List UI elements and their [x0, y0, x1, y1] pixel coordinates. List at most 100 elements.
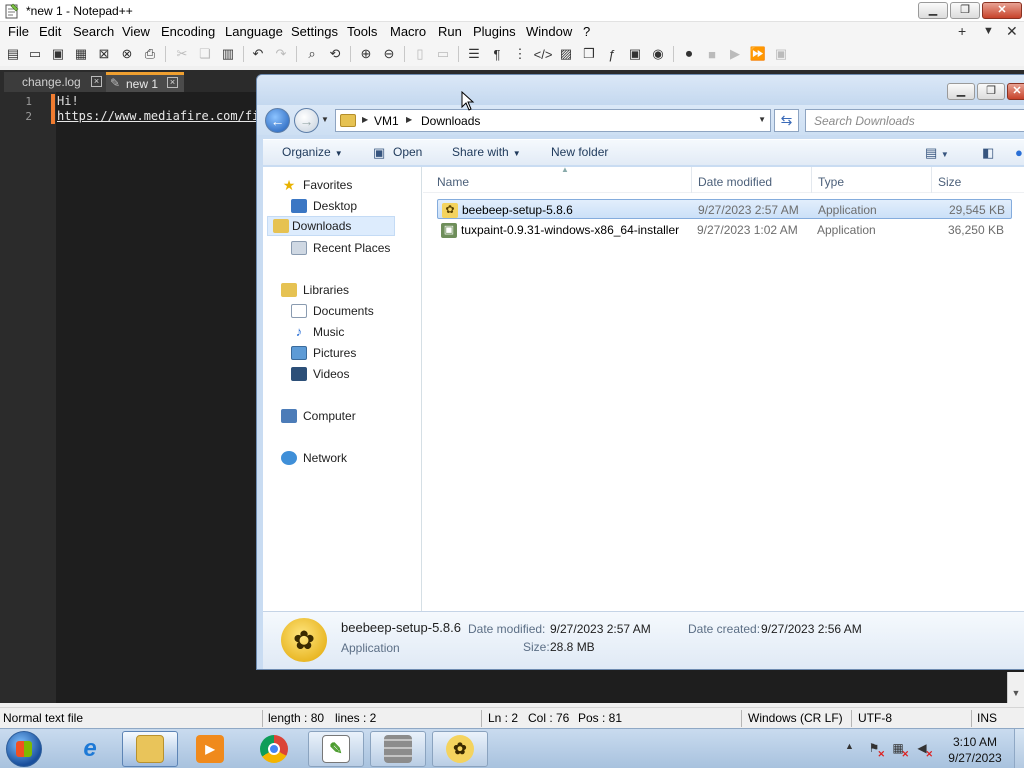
- word-wrap-icon[interactable]: ☰: [465, 45, 483, 63]
- view-options-icon[interactable]: ▤ ▼: [925, 145, 949, 161]
- taskbar-firewall-app[interactable]: [370, 731, 426, 767]
- paste-icon[interactable]: ▥: [219, 45, 237, 63]
- menu-settings[interactable]: Settings: [291, 24, 338, 39]
- play-macro-icon[interactable]: ▶: [726, 45, 744, 63]
- npp-title-bar[interactable]: *new 1 - Notepad++ ▁ ❐ ✕: [0, 0, 1024, 22]
- undo-icon[interactable]: ↶: [249, 45, 267, 63]
- network-tray-icon[interactable]: ▦ ✕: [890, 741, 909, 759]
- document-list-icon[interactable]: ❒: [580, 45, 598, 63]
- system-clock[interactable]: 3:10 AM 9/27/2023: [940, 734, 1010, 766]
- explorer-close-button[interactable]: ✕: [1007, 83, 1024, 100]
- breadcrumb-arrow-icon[interactable]: ▶: [406, 115, 412, 124]
- run-macro-multiple-icon[interactable]: ⏩: [749, 45, 767, 63]
- menu-file[interactable]: File: [8, 24, 29, 39]
- start-button[interactable]: [6, 731, 42, 767]
- replace-icon[interactable]: ⟲: [326, 45, 344, 63]
- record-macro-icon[interactable]: ⏺: [680, 45, 698, 63]
- menu-tools[interactable]: Tools: [347, 24, 377, 39]
- stop-macro-icon[interactable]: ■: [703, 45, 721, 63]
- npp-close-button[interactable]: ✕: [982, 2, 1022, 19]
- column-type[interactable]: Type: [818, 175, 844, 189]
- file-list[interactable]: ▲ Name Date modified Type Size ✿ beebeep…: [423, 165, 1024, 611]
- refresh-button[interactable]: ⇆: [774, 109, 799, 132]
- save-icon[interactable]: ▣: [49, 45, 67, 63]
- show-desktop-button[interactable]: [1014, 729, 1024, 768]
- explorer-minimize-button[interactable]: ▁: [947, 83, 975, 100]
- nav-computer[interactable]: Computer: [281, 406, 356, 426]
- save-all-icon[interactable]: ▦: [72, 45, 90, 63]
- menu-view[interactable]: View: [122, 24, 150, 39]
- open-file-icon[interactable]: ▭: [26, 45, 44, 63]
- new-file-icon[interactable]: ▤: [4, 45, 22, 63]
- nav-network[interactable]: Network: [281, 448, 347, 468]
- back-button[interactable]: ←: [265, 108, 290, 133]
- nav-favorites[interactable]: ★ Favorites: [281, 175, 353, 195]
- save-macro-icon[interactable]: ▣: [772, 45, 790, 63]
- npp-restore-button[interactable]: ❐: [950, 2, 980, 19]
- volume-muted-icon[interactable]: ◀ ✕: [914, 741, 933, 759]
- editor-line-url[interactable]: https://www.mediafire.com/fi: [57, 109, 259, 123]
- xml-tag-icon[interactable]: </>: [534, 45, 553, 63]
- menu-search[interactable]: Search: [73, 24, 114, 39]
- nav-libraries[interactable]: Libraries: [281, 280, 349, 300]
- recent-pages-dropdown-icon[interactable]: ▼: [321, 115, 329, 124]
- file-row[interactable]: ✿ beebeep-setup-5.8.6 9/27/2023 2:57 AM …: [437, 199, 1012, 219]
- column-name[interactable]: Name: [437, 175, 469, 189]
- breadcrumb-downloads[interactable]: Downloads: [421, 114, 480, 128]
- zoom-in-icon[interactable]: ⊕: [357, 45, 375, 63]
- taskbar-windows-explorer[interactable]: [122, 731, 178, 767]
- close-all-icon[interactable]: ⊗: [118, 45, 136, 63]
- print-icon[interactable]: ⎙: [141, 45, 159, 63]
- close-document-button[interactable]: ✕: [1006, 23, 1018, 40]
- nav-music[interactable]: ♪ Music: [291, 322, 345, 342]
- taskbar-internet-explorer[interactable]: e: [62, 731, 118, 767]
- breadcrumb-vm1[interactable]: VM1: [374, 114, 399, 128]
- menu-edit[interactable]: Edit: [39, 24, 61, 39]
- action-center-flag-icon[interactable]: ⚑ ✕: [866, 741, 885, 759]
- nav-desktop[interactable]: Desktop: [291, 196, 357, 216]
- explorer-title-bar[interactable]: ▁ ❐ ✕: [257, 75, 1024, 105]
- taskbar-notepadpp[interactable]: ✎: [308, 731, 364, 767]
- function-list-icon[interactable]: ƒ: [603, 45, 621, 63]
- search-input[interactable]: Search Downloads: [805, 109, 1024, 132]
- document-map-icon[interactable]: ▨: [557, 45, 575, 63]
- preview-pane-icon[interactable]: ◧: [982, 145, 994, 161]
- nav-documents[interactable]: Documents: [291, 301, 374, 321]
- tab-close-icon[interactable]: ×: [167, 77, 178, 88]
- show-all-characters-icon[interactable]: ¶: [488, 45, 506, 63]
- explorer-maximize-button[interactable]: ❐: [977, 83, 1005, 100]
- nav-recent-places[interactable]: Recent Places: [291, 238, 390, 258]
- new-tab-plus-button[interactable]: +: [958, 23, 966, 39]
- address-bar[interactable]: ▶ VM1 ▶ Downloads ▼: [335, 109, 771, 132]
- open-button[interactable]: Open: [393, 145, 422, 159]
- share-with-button[interactable]: Share with ▼: [452, 145, 521, 159]
- address-history-dropdown-icon[interactable]: ▼: [758, 115, 766, 124]
- column-size[interactable]: Size: [938, 175, 961, 189]
- cut-icon[interactable]: ✂: [173, 45, 191, 63]
- sync-horizontal-icon[interactable]: ▭: [434, 45, 452, 63]
- tab-list-dropdown-button[interactable]: ▼: [983, 25, 994, 37]
- nav-pictures[interactable]: Pictures: [291, 343, 356, 363]
- menu-macro[interactable]: Macro: [390, 24, 426, 39]
- menu-help[interactable]: ?: [583, 24, 590, 39]
- monitoring-icon[interactable]: ◉: [649, 45, 667, 63]
- organize-button[interactable]: Organize ▼: [282, 145, 343, 159]
- menu-run[interactable]: Run: [438, 24, 462, 39]
- breadcrumb-arrow-icon[interactable]: ▶: [362, 115, 368, 124]
- forward-button[interactable]: →: [294, 108, 319, 133]
- taskbar-media-player[interactable]: ▶: [182, 731, 238, 767]
- tab-change-log[interactable]: change.log ×: [4, 72, 106, 92]
- file-row[interactable]: ▣ tuxpaint-0.9.31-windows-x86_64-install…: [437, 220, 1012, 240]
- copy-icon[interactable]: ❏: [196, 45, 214, 63]
- menu-language[interactable]: Language: [225, 24, 283, 39]
- status-encoding[interactable]: UTF-8: [858, 711, 892, 725]
- show-hidden-icons-button[interactable]: ▲: [845, 741, 854, 751]
- menu-encoding[interactable]: Encoding: [161, 24, 215, 39]
- menu-window[interactable]: Window: [526, 24, 572, 39]
- new-folder-button[interactable]: New folder: [551, 145, 608, 159]
- npp-minimize-button[interactable]: ▁: [918, 2, 948, 19]
- zoom-out-icon[interactable]: ⊖: [380, 45, 398, 63]
- vertical-scrollbar[interactable]: ▼: [1007, 672, 1024, 703]
- column-date-modified[interactable]: Date modified: [698, 175, 772, 189]
- tab-new-1[interactable]: ✎ new 1 ×: [106, 72, 184, 92]
